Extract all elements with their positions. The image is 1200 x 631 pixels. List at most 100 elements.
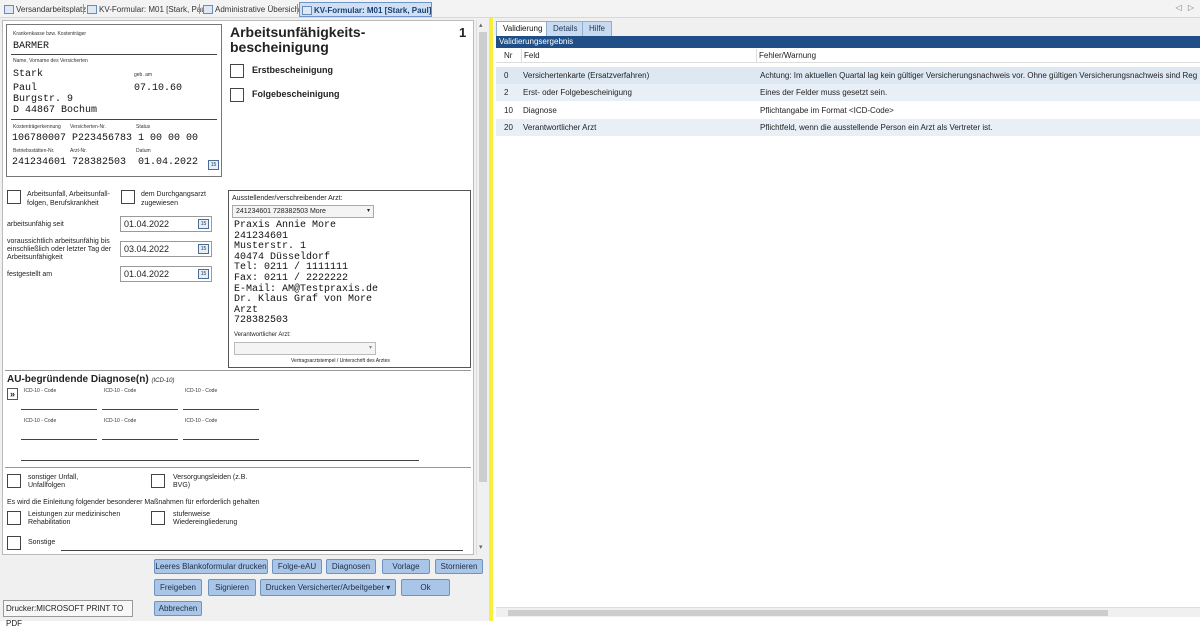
stufen-checkbox[interactable] bbox=[151, 511, 165, 525]
form-icon bbox=[87, 5, 97, 14]
table-row[interactable]: 20 Verantwortlicher Arzt Pflichtfeld, wenn… bbox=[496, 119, 1200, 136]
erstbescheinigung-label: Erstbescheinigung bbox=[252, 65, 334, 75]
au-form: Arbeitsunfähigkeits- bescheinigung 1 Kra… bbox=[2, 20, 474, 555]
tab-nav-arrows[interactable]: ◁ ▷ bbox=[1175, 3, 1196, 12]
sonstige-checkbox[interactable] bbox=[7, 536, 21, 550]
tab-versandarbeitsplatz[interactable]: Versandarbeitsplatz bbox=[2, 2, 86, 17]
au-seit-label: arbeitsunfähig seit bbox=[7, 221, 64, 228]
arbeitsunfall-label: Arbeitsunfall, Arbeitsunfall-folgen, Ber… bbox=[27, 191, 110, 207]
page-number: 1 bbox=[459, 25, 467, 40]
durchgangsarzt-checkbox[interactable] bbox=[121, 190, 135, 204]
icd-field[interactable] bbox=[21, 439, 97, 440]
reha-checkbox[interactable] bbox=[7, 511, 21, 525]
tab-details[interactable]: Details bbox=[546, 21, 585, 36]
verantw-label: Verantwortlicher Arzt: bbox=[234, 332, 291, 338]
erstbescheinigung-checkbox[interactable] bbox=[230, 64, 244, 78]
arzt-nr-value: 728382503 bbox=[72, 157, 127, 168]
geb-label: geb. am bbox=[134, 72, 153, 78]
ok-button[interactable]: Ok bbox=[401, 579, 450, 596]
festgestellt-input[interactable]: 01.04.2022 15 bbox=[120, 266, 212, 282]
col-feld[interactable]: Feld bbox=[521, 49, 540, 63]
horizontal-scrollbar[interactable] bbox=[496, 607, 1200, 617]
bis-label: voraussichtlich arbeitsunfähig bis einsc… bbox=[7, 238, 112, 261]
folge-eau-button[interactable]: Folge-eAU bbox=[272, 559, 322, 574]
tab-validierung[interactable]: Validierung bbox=[496, 21, 550, 36]
icd-field[interactable] bbox=[183, 439, 259, 440]
diagnosen-button[interactable]: Diagnosen bbox=[326, 559, 376, 574]
bs-value: 241234601 bbox=[12, 157, 67, 168]
reha-label: Leistungen zur medizinischen Rehabilitat… bbox=[28, 511, 121, 526]
bis-input[interactable]: 03.04.2022 15 bbox=[120, 241, 212, 257]
form-title: Arbeitsunfähigkeits- bescheinigung bbox=[230, 24, 366, 55]
sonstige-field[interactable] bbox=[61, 550, 463, 551]
tab-kv-formular-active[interactable]: KV-Formular: M01 [Stark, Paul] bbox=[299, 2, 433, 17]
calendar-icon[interactable]: 15 bbox=[198, 219, 209, 229]
scroll-thumb[interactable] bbox=[479, 32, 487, 482]
icd-field[interactable] bbox=[183, 409, 259, 410]
scroll-down-icon[interactable]: ▾ bbox=[479, 543, 483, 551]
chevron-down-icon: ▾ bbox=[366, 208, 370, 214]
drucken-dropdown-button[interactable]: Drucken Versicherter/Arbeitgeber ▾ bbox=[260, 579, 396, 596]
blankoformular-button[interactable]: Leeres Blankoformular drucken bbox=[154, 559, 268, 574]
scroll-thumb[interactable] bbox=[508, 610, 1108, 616]
kasse-label: Krankenkasse bzw. Kostenträger bbox=[13, 31, 87, 37]
arzt-stempel: Praxis Annie More 241234601 Musterstr. 1 40… bbox=[234, 220, 379, 327]
au-seit-input[interactable]: 01.04.2022 15 bbox=[120, 216, 212, 232]
diagnose-expand-button[interactable]: » bbox=[7, 388, 18, 400]
abbrechen-button[interactable]: Abbrechen bbox=[154, 601, 202, 616]
col-nr[interactable]: Nr bbox=[504, 49, 512, 63]
document-tabbar: Versandarbeitsplatz KV-Formular: M01 [St… bbox=[0, 0, 1200, 18]
validation-pane: Validierung Details Hilfe Validierungser… bbox=[494, 18, 1200, 621]
diagnose-text-field[interactable] bbox=[21, 460, 419, 461]
status-label: Status bbox=[136, 124, 151, 130]
name-last: Stark bbox=[13, 69, 44, 80]
icd-label: ICD-10 - Code bbox=[185, 388, 218, 394]
diagnose-title: AU-begründende Diagnose(n) (ICD-10) bbox=[7, 374, 175, 385]
chevron-down-icon: ▾ bbox=[368, 345, 372, 351]
stornieren-button[interactable]: Stornieren bbox=[435, 559, 483, 574]
kt-value: 106780007 bbox=[12, 133, 67, 144]
icd-label: ICD-10 - Code bbox=[104, 388, 137, 394]
freigeben-button[interactable]: Freigeben bbox=[154, 579, 202, 596]
arzt-nr-label: Arzt-Nr. bbox=[70, 148, 87, 154]
arbeitsunfall-checkbox[interactable] bbox=[7, 190, 21, 204]
table-row[interactable]: 2 Erst- oder Folgebescheinigung Eines der … bbox=[496, 84, 1200, 101]
table-row[interactable]: 10 Diagnose Pflichtangabe im Format <ICD-C… bbox=[496, 102, 1200, 119]
calendar-icon[interactable]: 15 bbox=[198, 244, 209, 254]
tab-administrative-uebersicht[interactable]: Administrative Übersicht bbox=[201, 2, 301, 17]
calendar-icon[interactable]: 15 bbox=[198, 269, 209, 279]
icd-label: ICD-10 - Code bbox=[104, 418, 137, 424]
tab-hilfe[interactable]: Hilfe bbox=[582, 21, 613, 36]
geb-value: 07.10.60 bbox=[134, 83, 183, 94]
icd-label: ICD-10 - Code bbox=[24, 388, 57, 394]
calendar-icon[interactable]: 15 bbox=[208, 160, 219, 170]
form-icon bbox=[302, 6, 312, 15]
col-fehler[interactable]: Fehler/Warnung bbox=[756, 49, 816, 63]
scroll-up-icon[interactable]: ▴ bbox=[479, 21, 483, 29]
workplace-icon bbox=[4, 5, 14, 14]
icd-field[interactable] bbox=[102, 409, 178, 410]
icd-field[interactable] bbox=[21, 409, 97, 410]
vn-value: P223456783 bbox=[72, 133, 133, 144]
name-first: Paul bbox=[13, 83, 38, 94]
versorgungsleiden-checkbox[interactable] bbox=[151, 474, 165, 488]
stempel-caption: Vertragsarztstempel / Unterschrift des A… bbox=[291, 358, 390, 364]
splitter[interactable] bbox=[489, 18, 493, 621]
icd-field[interactable] bbox=[102, 439, 178, 440]
name-label: Name, Vorname des Versicherten bbox=[13, 58, 88, 64]
sonstiger-unfall-checkbox[interactable] bbox=[7, 474, 21, 488]
signieren-button[interactable]: Signieren bbox=[208, 579, 256, 596]
aussteller-label: Ausstellender/verschreibender Arzt: bbox=[232, 195, 343, 202]
city: D 44867 Bochum bbox=[13, 105, 98, 116]
folgebescheinigung-checkbox[interactable] bbox=[230, 88, 244, 102]
tab-kv-formular-1[interactable]: KV-Formular: M01 [Stark, Paul] bbox=[85, 2, 210, 17]
vorlage-button[interactable]: Vorlage bbox=[382, 559, 430, 574]
icd-label: ICD-10 - Code bbox=[24, 418, 57, 424]
form-scrollbar[interactable]: ▴ ▾ bbox=[476, 20, 488, 555]
validierungsergebnis-header: Validierungsergebnis bbox=[496, 36, 1200, 48]
verantw-select[interactable]: ▾ bbox=[234, 342, 376, 355]
versorgungsleiden-label: Versorgungsleiden (z.B. BVG) bbox=[173, 474, 248, 489]
sonstiger-unfall-label: sonstiger Unfall, Unfallfolgen bbox=[28, 474, 79, 489]
aussteller-select[interactable]: 241234601 728382503 More ▾ bbox=[232, 205, 374, 218]
table-row[interactable]: 0 Versichertenkarte (Ersatzverfahren) Acht… bbox=[496, 67, 1200, 84]
